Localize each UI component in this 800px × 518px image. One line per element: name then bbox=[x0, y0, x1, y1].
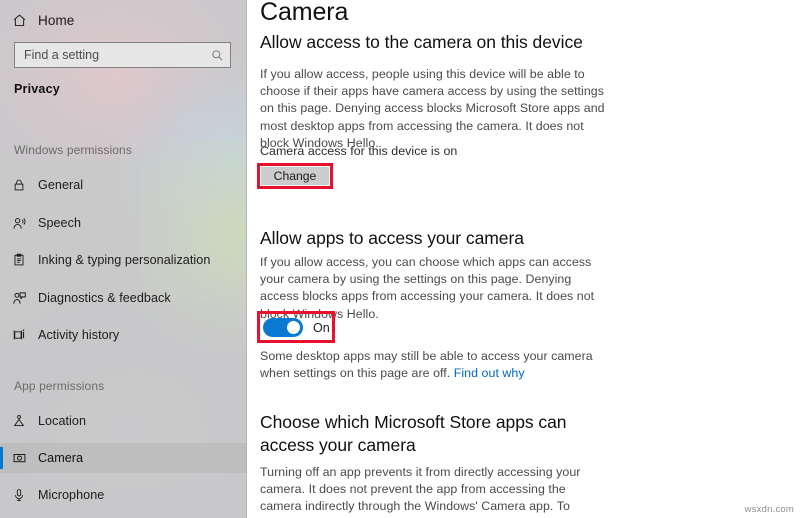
sidebar-item-label: Location bbox=[38, 414, 87, 428]
sidebar-item-label: Activity history bbox=[38, 328, 120, 342]
home-label: Home bbox=[38, 12, 75, 28]
section-heading-device-access: Allow access to the camera on this devic… bbox=[260, 32, 583, 52]
apps-camera-toggle-state: On bbox=[313, 320, 330, 335]
sidebar-group-heading-app-permissions: App permissions bbox=[14, 379, 105, 393]
microphone-icon bbox=[0, 488, 38, 502]
settings-sidebar: Home Privacy Windows permissions bbox=[0, 0, 247, 518]
sidebar-item-label: Camera bbox=[38, 451, 84, 465]
section-heading-apps-access: Allow apps to access your camera bbox=[260, 228, 524, 248]
sidebar-item-microphone[interactable]: Microphone bbox=[0, 480, 247, 510]
sidebar-item-home[interactable]: Home bbox=[0, 6, 247, 34]
camera-icon bbox=[0, 451, 38, 465]
sidebar-group-heading-windows-permissions: Windows permissions bbox=[14, 143, 132, 157]
clipboard-icon bbox=[0, 253, 38, 267]
sidebar-item-diagnostics-feedback[interactable]: Diagnostics & feedback bbox=[0, 283, 247, 313]
sidebar-item-label: Speech bbox=[38, 216, 82, 230]
lock-icon bbox=[0, 178, 38, 192]
location-pin-icon bbox=[0, 414, 38, 428]
apps-camera-toggle[interactable] bbox=[263, 318, 303, 337]
sidebar-item-location[interactable]: Location bbox=[0, 406, 247, 436]
find-out-why-link[interactable]: Find out why bbox=[454, 366, 525, 380]
sidebar-item-inking-typing-personalization[interactable]: Inking & typing personalization bbox=[0, 245, 247, 275]
speech-person-icon bbox=[0, 216, 38, 231]
sidebar-item-label: Inking & typing personalization bbox=[38, 253, 211, 267]
section-body-device-access: If you allow access, people using this d… bbox=[260, 67, 605, 150]
feedback-person-icon bbox=[0, 291, 38, 306]
desktop-apps-note: Some desktop apps may still be able to a… bbox=[260, 348, 605, 382]
device-access-status: Camera access for this device is on bbox=[260, 144, 458, 158]
settings-content-pane: Camera Allow access to the camera on thi… bbox=[247, 0, 800, 518]
activity-history-icon bbox=[0, 328, 38, 342]
desktop-apps-note-text: Some desktop apps may still be able to a… bbox=[260, 349, 593, 381]
section-heading-store-apps: Choose which Microsoft Store apps can ac… bbox=[260, 412, 567, 455]
search-input[interactable] bbox=[15, 43, 204, 67]
apps-camera-toggle-row: On bbox=[263, 318, 330, 337]
home-icon bbox=[0, 13, 38, 28]
settings-window: Home Privacy Windows permissions bbox=[0, 0, 800, 518]
sidebar-item-label: Microphone bbox=[38, 488, 105, 502]
sidebar-item-speech[interactable]: Speech bbox=[0, 208, 247, 238]
page-title: Camera bbox=[260, 0, 349, 26]
sidebar-item-label: Diagnostics & feedback bbox=[38, 291, 171, 305]
section-body-store-apps: Turning off an app prevents it from dire… bbox=[260, 465, 598, 518]
search-icon[interactable] bbox=[204, 49, 230, 62]
sidebar-item-camera[interactable]: Camera bbox=[0, 443, 247, 473]
toggle-knob bbox=[287, 321, 300, 334]
change-button[interactable]: Change bbox=[261, 167, 329, 185]
watermark: wsxdn.com bbox=[744, 504, 794, 515]
sidebar-item-label: General bbox=[38, 178, 84, 192]
search-box[interactable] bbox=[14, 42, 231, 68]
sidebar-item-activity-history[interactable]: Activity history bbox=[0, 320, 247, 350]
sidebar-category-title: Privacy bbox=[14, 82, 60, 96]
sidebar-item-general[interactable]: General bbox=[0, 170, 247, 200]
